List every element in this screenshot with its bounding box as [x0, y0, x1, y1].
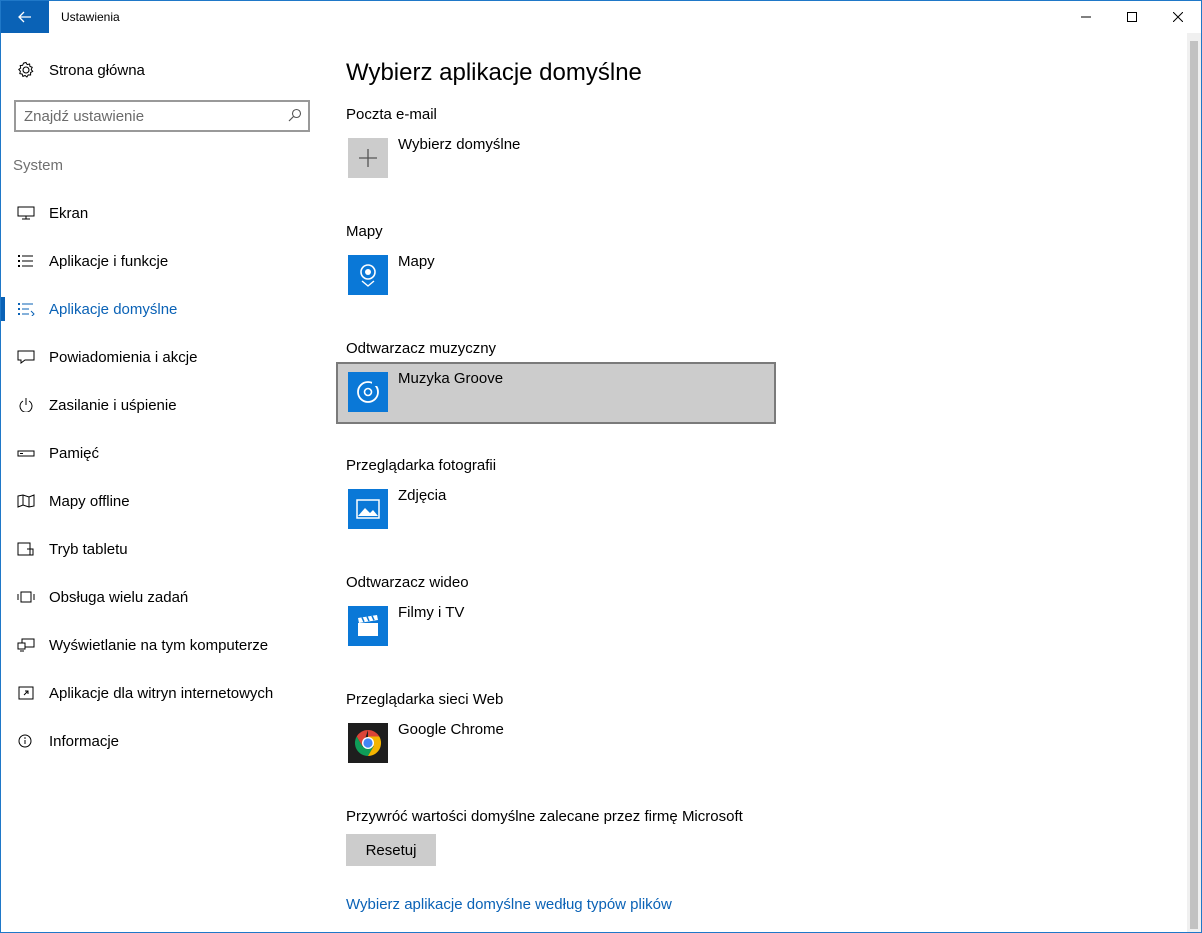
sidebar-item-ekran[interactable]: Ekran [1, 189, 323, 237]
maps-app-tile[interactable]: Mapy [336, 245, 776, 307]
sidebar-item-about[interactable]: Informacje [1, 717, 323, 765]
back-button[interactable] [1, 1, 49, 33]
browser-app-tile[interactable]: Google Chrome [336, 713, 776, 775]
search-input[interactable] [24, 107, 274, 125]
video-group: Odtwarzacz wideo Filmy i TV [346, 574, 786, 646]
movies-tv-icon [348, 606, 388, 646]
email-group: Poczta e-mail Wybierz domyślne [346, 106, 786, 178]
app-name: Filmy i TV [398, 604, 465, 621]
sidebar-item-label: Zasilanie i uśpienie [49, 397, 177, 414]
sidebar-item-label: Aplikacje dla witryn internetowych [49, 685, 274, 702]
active-indicator [1, 297, 5, 321]
sidebar-item-label: Mapy offline [49, 493, 130, 510]
close-icon [1173, 12, 1183, 22]
sidebar-item-label: Tryb tabletu [49, 541, 128, 558]
photos-group: Przeglądarka fotografii Zdjęcia [346, 457, 786, 529]
window-title: Ustawienia [61, 10, 120, 24]
home-nav-item[interactable]: Strona główna [1, 55, 323, 85]
group-label: Mapy [346, 223, 383, 240]
sidebar-item-default-apps[interactable]: Aplikacje domyślne [1, 285, 323, 333]
plus-icon [348, 138, 388, 178]
minimize-icon [1081, 16, 1091, 18]
sidebar-item-multitasking[interactable]: Obsługa wielu zadań [1, 573, 323, 621]
groove-music-icon [348, 372, 388, 412]
sidebar-item-label: Obsługa wielu zadań [49, 589, 189, 606]
sidebar-item-offline-maps[interactable]: Mapy offline [1, 477, 323, 525]
notification-icon [17, 350, 35, 364]
maximize-icon [1127, 12, 1137, 22]
group-label: Odtwarzacz muzyczny [346, 340, 497, 357]
group-label: Przeglądarka fotografii [346, 457, 497, 474]
storage-icon [17, 450, 35, 457]
app-name: Mapy [398, 253, 435, 270]
sidebar: Strona główna System Ekran Aplikacje i f… [1, 33, 323, 932]
sidebar-item-storage[interactable]: Pamięć [1, 429, 323, 477]
sidebar-item-apps-for-websites[interactable]: Aplikacje dla witryn internetowych [1, 669, 323, 717]
power-icon [19, 398, 33, 412]
photos-app-icon [348, 489, 388, 529]
minimize-button[interactable] [1063, 1, 1109, 33]
search-icon[interactable] [288, 108, 302, 122]
email-app-tile[interactable]: Wybierz domyślne [336, 128, 776, 190]
sidebar-item-label: Aplikacje domyślne [49, 301, 178, 318]
section-label: System [13, 157, 64, 174]
reset-label: Przywróć wartości domyślne zalecane prze… [346, 808, 743, 825]
projecting-icon [17, 638, 35, 652]
scrollbar-thumb[interactable] [1190, 41, 1198, 929]
music-group: Odtwarzacz muzyczny Muzyka Groove [336, 340, 786, 424]
multitasking-icon [17, 591, 35, 603]
group-label: Przeglądarka sieci Web [346, 691, 504, 708]
apps-for-websites-icon [18, 686, 34, 700]
reset-button[interactable]: Resetuj [346, 834, 436, 866]
close-button[interactable] [1155, 1, 1201, 33]
tablet-mode-icon [17, 542, 34, 556]
sidebar-item-notifications[interactable]: Powiadomienia i akcje [1, 333, 323, 381]
sidebar-item-projecting[interactable]: Wyświetlanie na tym komputerze [1, 621, 323, 669]
sidebar-item-power-sleep[interactable]: Zasilanie i uśpienie [1, 381, 323, 429]
sidebar-item-label: Informacje [49, 733, 120, 750]
default-apps-icon [18, 303, 35, 316]
group-label: Poczta e-mail [346, 106, 437, 123]
photos-app-tile[interactable]: Zdjęcia [336, 479, 776, 541]
browser-group: Przeglądarka sieci Web Google Chrome [346, 691, 786, 763]
app-name: Wybierz domyślne [398, 136, 521, 153]
video-app-tile[interactable]: Filmy i TV [336, 596, 776, 658]
app-name: Muzyka Groove [398, 370, 504, 387]
title-bar: Ustawienia [1, 1, 1201, 33]
home-label: Strona główna [49, 62, 145, 79]
group-label: Odtwarzacz wideo [346, 574, 469, 591]
choose-by-filetype-link[interactable]: Wybierz aplikacje domyślne według typów … [346, 896, 672, 913]
sidebar-item-label: Pamięć [49, 445, 100, 462]
sidebar-item-tablet-mode[interactable]: Tryb tabletu [1, 525, 323, 573]
monitor-icon [17, 206, 35, 220]
sidebar-nav: Ekran Aplikacje i funkcje Aplikacje domy… [1, 189, 323, 765]
search-box[interactable] [14, 100, 310, 132]
sidebar-item-label: Wyświetlanie na tym komputerze [49, 637, 269, 654]
maximize-button[interactable] [1109, 1, 1155, 33]
page-title: Wybierz aplikacje domyślne [346, 59, 642, 86]
scrollbar[interactable] [1187, 33, 1201, 932]
info-icon [18, 734, 32, 748]
maps-group: Mapy Mapy [346, 223, 786, 295]
music-app-tile[interactable]: Muzyka Groove [336, 362, 776, 424]
sidebar-item-label: Powiadomienia i akcje [49, 349, 198, 366]
gear-icon [18, 61, 34, 78]
sidebar-item-apps-features[interactable]: Aplikacje i funkcje [1, 237, 323, 285]
offline-maps-icon [17, 494, 35, 508]
maps-app-icon [348, 255, 388, 295]
main-content: Wybierz aplikacje domyślne Poczta e-mail… [323, 33, 1187, 932]
app-name: Google Chrome [398, 721, 504, 738]
back-arrow-icon [18, 11, 31, 23]
app-name: Zdjęcia [398, 487, 447, 504]
chrome-icon [348, 723, 388, 763]
sidebar-item-label: Aplikacje i funkcje [49, 253, 169, 270]
sidebar-item-label: Ekran [49, 205, 89, 222]
settings-window: Ustawienia Strona główna System [0, 0, 1202, 933]
apps-list-icon [18, 255, 33, 267]
